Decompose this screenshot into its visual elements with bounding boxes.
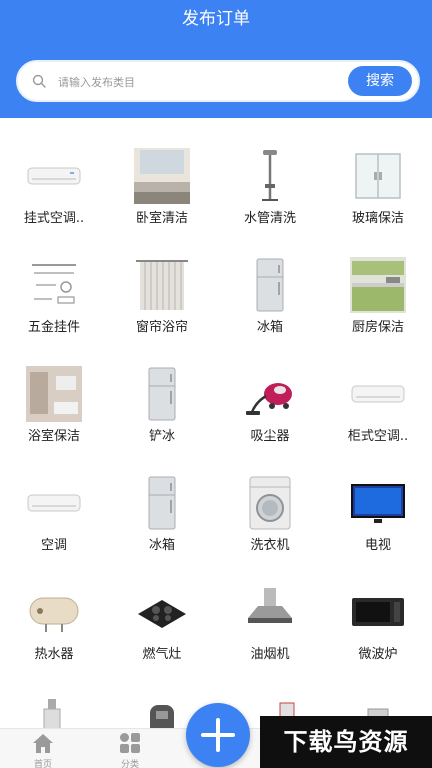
nav-home[interactable]: 首页 [13,729,73,768]
washing-machine-icon [249,476,291,530]
category-item[interactable]: 冰箱 [216,227,324,336]
category-label: 水管清洗 [243,211,296,226]
plus-icon [201,718,235,752]
search-button[interactable]: 搜索 [348,66,412,96]
category-label: 热水器 [34,647,74,662]
category-label: 窗帘浴帘 [135,320,188,335]
category-item[interactable] [0,663,108,728]
category-item[interactable]: 洗衣机 [216,445,324,554]
category-item[interactable]: 电视 [324,445,432,554]
hardware-rack-icon [32,264,76,304]
fridge-icon [148,367,176,421]
cabinet-ac-icon [351,385,405,403]
category-label: 厨房保洁 [351,320,404,335]
category-label: 铲冰 [148,429,175,444]
nav-home-label: 首页 [33,760,52,768]
water-heater-icon [29,597,79,632]
grid-icon [120,733,140,753]
category-item[interactable]: 微波炉 [324,554,432,663]
bedroom-cleaning-icon [134,148,190,204]
range-hood-icon [248,588,292,623]
category-grid: 挂式空调.. 卧室清洁 水管清洗 玻璃保洁 五金挂件 窗帘浴帘 冰箱 厨房保洁 … [0,118,432,728]
category-item[interactable]: 卧室清洁 [108,118,216,227]
category-label: 空调 [40,538,67,553]
fridge-icon [256,258,284,312]
vacuum-icon [246,383,292,415]
category-label: 挂式空调.. [23,211,85,226]
header: 发布订单 搜索 [0,0,432,118]
publish-fab-button[interactable] [186,703,250,767]
wall-ac-icon [27,167,81,185]
kitchen-cleaning-icon [350,257,406,313]
category-item[interactable]: 空调 [0,445,108,554]
category-label: 玻璃保洁 [351,211,404,226]
water-purifier-icon [43,699,61,728]
category-item[interactable]: 窗帘浴帘 [108,227,216,336]
category-item[interactable]: 铲冰 [108,336,216,445]
category-item[interactable]: 厨房保洁 [324,227,432,336]
search-input[interactable] [56,71,350,93]
microwave-icon [352,598,404,626]
category-label: 微波炉 [358,647,398,662]
search-icon [32,74,46,88]
category-item[interactable]: 玻璃保洁 [324,118,432,227]
app-root: 发布订单 搜索 挂式空调.. [0,0,432,768]
category-item[interactable]: 浴室保洁 [0,336,108,445]
fridge-icon [148,476,176,530]
category-item[interactable]: 吸尘器 [216,336,324,445]
category-label: 油烟机 [250,647,290,662]
gas-stove-icon [138,600,186,628]
watermark-logo: 下载鸟资源 [260,716,432,768]
category-label: 浴室保洁 [27,429,80,444]
search-bar: 搜索 [16,60,420,102]
category-label: 燃气灶 [142,647,182,662]
nav-category[interactable]: 分类 [100,729,160,768]
category-label: 洗衣机 [250,538,290,553]
nav-category-label: 分类 [120,760,139,768]
category-item[interactable]: 热水器 [0,554,108,663]
category-item[interactable]: 油烟机 [216,554,324,663]
category-item[interactable]: 五金挂件 [0,227,108,336]
category-label: 卧室清洁 [135,211,188,226]
water-pipe-icon [262,150,278,201]
category-label: 五金挂件 [27,320,80,335]
category-label: 柜式空调.. [347,429,409,444]
tv-icon [351,484,405,523]
category-label: 吸尘器 [250,429,290,444]
dispenser-icon [150,705,174,728]
category-label: 冰箱 [148,538,175,553]
category-label: 电视 [364,538,391,553]
category-item[interactable]: 柜式空调.. [324,336,432,445]
category-label: 冰箱 [256,320,283,335]
bathroom-cleaning-icon [26,366,82,422]
page-title: 发布订单 [182,9,250,29]
glass-cleaning-icon [355,153,401,199]
category-item[interactable]: 燃气灶 [108,554,216,663]
ac-icon [27,494,81,512]
category-item[interactable]: 挂式空调.. [0,118,108,227]
category-item[interactable]: 水管清洗 [216,118,324,227]
curtain-icon [136,260,188,310]
home-icon [33,734,53,753]
category-item[interactable]: 冰箱 [108,445,216,554]
